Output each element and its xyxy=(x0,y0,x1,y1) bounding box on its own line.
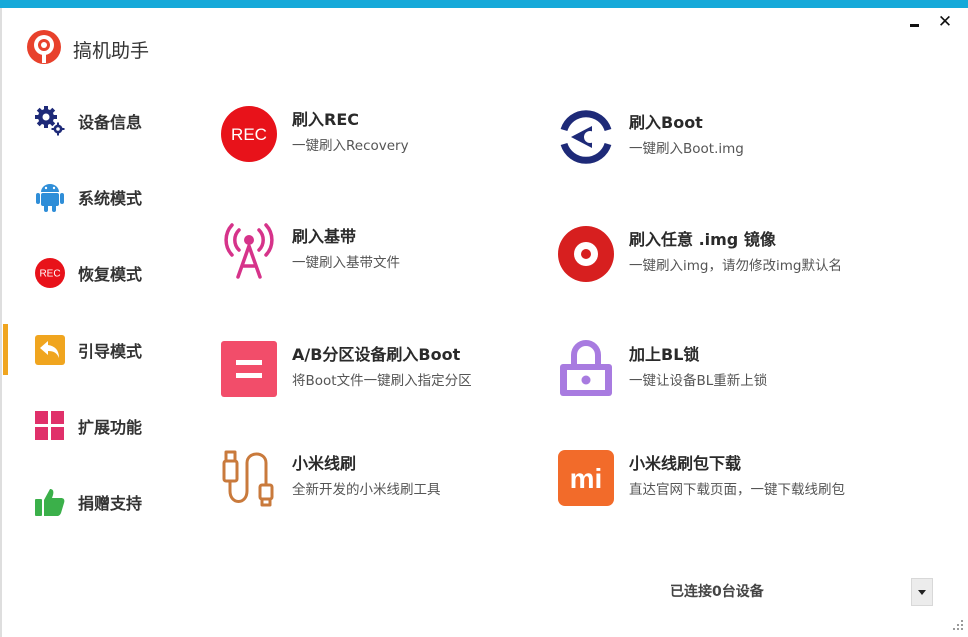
card-description: 一键刷入基带文件 xyxy=(292,255,400,271)
sidebar-item-recovery-mode[interactable]: REC 恢复模式 xyxy=(18,248,208,298)
minimize-icon xyxy=(909,24,919,27)
ab-partition-icon xyxy=(220,340,278,398)
flash-rec-card[interactable]: REC 刷入REC 一键刷入Recovery xyxy=(220,105,540,169)
mi-logo-icon: mi xyxy=(557,449,615,507)
sidebar-item-label: 捐赠支持 xyxy=(78,494,143,513)
padlock-icon xyxy=(557,340,615,398)
rec-badge-icon: REC xyxy=(220,105,278,163)
gears-icon xyxy=(32,103,68,139)
device-connection-status: 已连接0台设备 xyxy=(670,584,764,600)
card-description: 一键刷入Boot.img xyxy=(629,141,744,157)
window-top-accent-bar xyxy=(0,0,968,8)
close-icon: ✕ xyxy=(937,12,953,32)
sidebar-item-label: 引导模式 xyxy=(78,342,143,361)
ab-partition-boot-card[interactable]: A/B分区设备刷入Boot 将Boot文件一键刷入指定分区 xyxy=(220,340,540,404)
relock-bl-card[interactable]: 加上BL锁 一键让设备BL重新上锁 xyxy=(557,340,897,404)
sidebar-item-system-mode[interactable]: 系统模式 xyxy=(18,172,208,222)
return-arrow-icon xyxy=(32,332,68,368)
sidebar-item-label: 设备信息 xyxy=(78,113,143,132)
card-title: 刷入Boot xyxy=(629,113,703,132)
thumbs-up-icon xyxy=(32,484,68,520)
card-title: 刷入REC xyxy=(292,110,359,129)
mi-logo-text: mi xyxy=(570,463,603,494)
sidebar-item-label: 恢复模式 xyxy=(78,265,143,284)
flash-any-img-card[interactable]: 刷入任意 .img 镜像 一键刷入img，请勿修改img默认名 xyxy=(557,225,897,289)
card-title: 刷入基带 xyxy=(292,227,357,246)
card-description: 一键刷入Recovery xyxy=(292,138,409,154)
xiaomi-rom-download-card[interactable]: mi 小米线刷包下载 直达官网下载页面，一键下载线刷包 xyxy=(557,449,897,513)
device-select-dropdown[interactable] xyxy=(911,578,933,606)
card-title: 刷入任意 .img 镜像 xyxy=(629,230,776,249)
rec-badge-text: REC xyxy=(231,125,267,144)
sidebar-item-donate[interactable]: 捐赠支持 xyxy=(18,477,208,527)
grid-icon xyxy=(32,408,68,444)
window-left-border xyxy=(0,8,2,637)
sidebar-item-extensions[interactable]: 扩展功能 xyxy=(18,401,208,451)
xiaomi-flash-card[interactable]: 小米线刷 全新开发的小米线刷工具 xyxy=(220,449,540,513)
sidebar-active-indicator xyxy=(3,324,8,375)
sidebar-item-device-info[interactable]: 设备信息 xyxy=(18,96,208,146)
card-title: 加上BL锁 xyxy=(629,345,700,364)
boot-ring-icon xyxy=(557,108,615,166)
sidebar-item-label: 系统模式 xyxy=(78,189,143,208)
flash-baseband-card[interactable]: 刷入基带 一键刷入基带文件 xyxy=(220,222,540,286)
rec-icon: REC xyxy=(32,255,68,291)
card-title: 小米线刷 xyxy=(292,454,357,473)
usb-cable-icon xyxy=(220,449,278,507)
sidebar-item-label: 扩展功能 xyxy=(78,418,143,437)
card-description: 直达官网下载页面，一键下载线刷包 xyxy=(629,482,845,498)
app-logo-icon xyxy=(27,30,61,64)
flash-boot-card[interactable]: 刷入Boot 一键刷入Boot.img xyxy=(557,108,897,172)
minimize-button[interactable] xyxy=(903,12,925,32)
card-description: 一键让设备BL重新上锁 xyxy=(629,373,768,389)
antenna-tower-icon xyxy=(220,222,278,280)
rec-icon-text: REC xyxy=(39,269,60,280)
card-description: 将Boot文件一键刷入指定分区 xyxy=(292,373,472,389)
card-title: 小米线刷包下载 xyxy=(629,454,742,473)
close-button[interactable]: ✕ xyxy=(934,12,956,32)
chevron-down-icon xyxy=(918,589,926,595)
app-title: 搞机助手 xyxy=(73,40,150,62)
card-title: A/B分区设备刷入Boot xyxy=(292,345,461,364)
resize-grip-icon[interactable] xyxy=(950,618,964,632)
disc-icon xyxy=(557,225,615,283)
sidebar-item-boot-mode[interactable]: 引导模式 xyxy=(18,325,208,375)
card-description: 全新开发的小米线刷工具 xyxy=(292,482,441,498)
android-icon xyxy=(32,179,68,215)
card-description: 一键刷入img，请勿修改img默认名 xyxy=(629,258,842,274)
